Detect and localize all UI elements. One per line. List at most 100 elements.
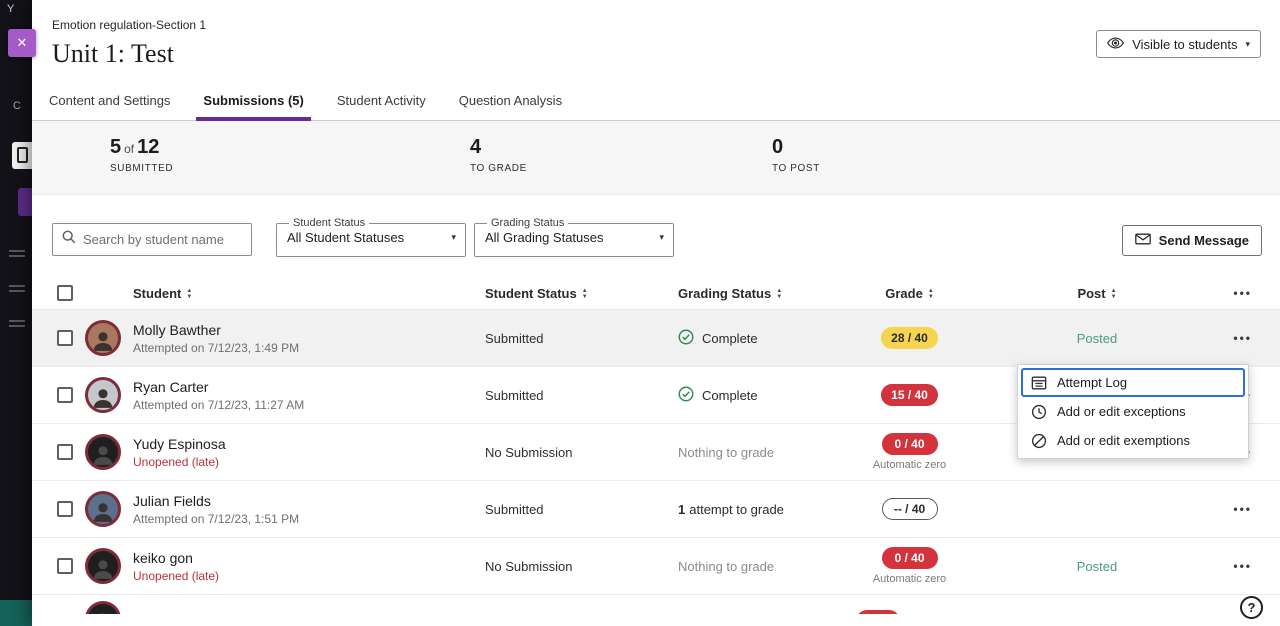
table-row: Molly Bawther Attempted on 7/12/23, 1:49… bbox=[32, 309, 1280, 366]
envelope-icon bbox=[1135, 233, 1151, 248]
avatar bbox=[85, 377, 121, 413]
attempt-detail: Unopened (late) bbox=[133, 569, 485, 583]
student-status-cell: Submitted bbox=[485, 502, 678, 517]
student-status-cell: No Submission bbox=[485, 445, 678, 460]
grading-status-label: Grading Status bbox=[487, 217, 568, 229]
menu-item-add-exemptions[interactable]: Add or edit exemptions bbox=[1021, 426, 1245, 455]
visibility-label: Visible to students bbox=[1132, 37, 1237, 52]
avatar bbox=[85, 434, 121, 470]
stat-to-post: 0 TO POST bbox=[772, 136, 820, 174]
table-header: Student▲▼ Student Status▲▼ Grading Statu… bbox=[32, 277, 1280, 309]
student-name[interactable]: Julian Fields bbox=[133, 493, 485, 509]
search-input[interactable] bbox=[83, 232, 259, 247]
grading-status-value: All Grading Statuses bbox=[485, 230, 604, 245]
row-checkbox[interactable] bbox=[57, 444, 73, 460]
student-name[interactable]: Ryan Carter bbox=[133, 379, 485, 395]
tab-submissions[interactable]: Submissions (5) bbox=[203, 84, 303, 120]
row-context-menu: Attempt Log Add or edit exceptions Add o… bbox=[1017, 364, 1249, 459]
student-name[interactable]: keiko gon bbox=[133, 550, 485, 566]
menu-item-attempt-log[interactable]: Attempt Log bbox=[1021, 368, 1245, 397]
grading-status-cell: 1attempt to grade bbox=[678, 502, 852, 517]
row-options-button[interactable]: ••• bbox=[1231, 557, 1254, 575]
send-message-button[interactable]: Send Message bbox=[1122, 225, 1262, 256]
tab-bar: Content and Settings Submissions (5) Stu… bbox=[32, 84, 1280, 121]
column-header-post[interactable]: Post▲▼ bbox=[1017, 286, 1177, 301]
grade-pill[interactable]: 28 / 40 bbox=[881, 327, 938, 349]
grade-pill[interactable]: 0 / 40 bbox=[882, 433, 938, 455]
help-icon[interactable]: ? bbox=[1240, 596, 1263, 619]
attempt-detail: Attempted on 7/12/23, 11:27 AM bbox=[133, 398, 485, 412]
column-header-student[interactable]: Student▲▼ bbox=[133, 286, 485, 301]
grading-status-dropdown[interactable]: Grading Status All Grading Statuses ▾ bbox=[474, 217, 674, 257]
tab-content-and-settings[interactable]: Content and Settings bbox=[49, 84, 170, 120]
grade-pill[interactable]: 15 / 40 bbox=[881, 384, 938, 406]
document-icon bbox=[12, 142, 32, 169]
grading-status-cell: Nothing to grade bbox=[678, 445, 852, 460]
student-status-cell: No Submission bbox=[485, 559, 678, 574]
chevron-down-icon: ▾ bbox=[659, 232, 664, 243]
avatar bbox=[85, 320, 121, 356]
avatar bbox=[85, 601, 121, 614]
table-options-button[interactable]: ••• bbox=[1231, 284, 1254, 302]
stat-to-grade: 4 TO GRADE bbox=[470, 136, 527, 174]
table-row-partial bbox=[32, 594, 1280, 614]
row-options-button[interactable]: ••• bbox=[1231, 329, 1254, 347]
stat-submitted: 5of12 SUBMITTED bbox=[110, 136, 173, 174]
occluded-text: Y bbox=[7, 3, 14, 15]
grading-status-cell: Complete bbox=[678, 329, 852, 348]
student-name[interactable]: Yudy Espinosa bbox=[133, 436, 485, 452]
attempt-detail: Unopened (late) bbox=[133, 455, 485, 469]
post-status[interactable]: Posted bbox=[1017, 331, 1177, 346]
avatar bbox=[85, 548, 121, 584]
complete-check-icon bbox=[678, 386, 694, 405]
table-row: Julian Fields Attempted on 7/12/23, 1:51… bbox=[32, 480, 1280, 537]
tab-student-activity[interactable]: Student Activity bbox=[337, 84, 426, 120]
student-status-cell: Submitted bbox=[485, 331, 678, 346]
list-icon bbox=[9, 285, 25, 295]
column-header-student-status[interactable]: Student Status▲▼ bbox=[485, 286, 678, 301]
student-search bbox=[52, 223, 252, 256]
sort-icon: ▲▼ bbox=[582, 288, 588, 300]
occluded-accent-block bbox=[18, 188, 32, 216]
grading-status-cell: Nothing to grade bbox=[678, 559, 852, 574]
row-options-button[interactable]: ••• bbox=[1231, 500, 1254, 518]
menu-item-add-exceptions[interactable]: Add or edit exceptions bbox=[1021, 397, 1245, 426]
sort-icon: ▲▼ bbox=[1111, 288, 1117, 300]
table-row: keiko gon Unopened (late) No Submission … bbox=[32, 537, 1280, 594]
row-checkbox[interactable] bbox=[57, 330, 73, 346]
grade-pill[interactable]: -- / 40 bbox=[882, 498, 938, 520]
row-checkbox[interactable] bbox=[57, 501, 73, 517]
attempt-detail: Attempted on 7/12/23, 1:51 PM bbox=[133, 512, 485, 526]
page-title: Unit 1: Test bbox=[52, 39, 1260, 69]
row-checkbox[interactable] bbox=[57, 558, 73, 574]
student-status-cell: Submitted bbox=[485, 388, 678, 403]
sort-icon: ▲▼ bbox=[186, 288, 192, 300]
attempt-detail: Attempted on 7/12/23, 1:49 PM bbox=[133, 341, 485, 355]
column-header-grading-status[interactable]: Grading Status▲▼ bbox=[678, 286, 852, 301]
filter-bar: Student Status All Student Statuses ▾ Gr… bbox=[32, 215, 1280, 257]
chevron-down-icon: ▾ bbox=[1245, 39, 1250, 50]
student-status-label: Student Status bbox=[289, 217, 369, 229]
sort-icon: ▲▼ bbox=[776, 288, 782, 300]
post-status[interactable]: Posted bbox=[1017, 559, 1177, 574]
column-header-grade[interactable]: Grade▲▼ bbox=[852, 286, 967, 301]
sort-icon: ▲▼ bbox=[928, 288, 934, 300]
row-checkbox[interactable] bbox=[57, 387, 73, 403]
student-status-dropdown[interactable]: Student Status All Student Statuses ▾ bbox=[276, 217, 466, 257]
occluded-footer-block bbox=[0, 600, 32, 626]
eye-icon bbox=[1107, 37, 1124, 52]
occluded-text: C bbox=[13, 100, 21, 112]
select-all-checkbox[interactable] bbox=[57, 285, 73, 301]
course-name: Emotion regulation-Section 1 bbox=[52, 18, 1260, 32]
chevron-down-icon: ▾ bbox=[451, 232, 456, 243]
close-panel-button[interactable]: ✕ bbox=[8, 29, 36, 57]
assessment-panel: Emotion regulation-Section 1 Unit 1: Tes… bbox=[32, 0, 1280, 626]
student-name[interactable]: Molly Bawther bbox=[133, 322, 485, 338]
search-icon bbox=[62, 230, 76, 249]
tab-question-analysis[interactable]: Question Analysis bbox=[459, 84, 562, 120]
list-icon bbox=[9, 250, 25, 260]
grade-pill[interactable]: 0 / 40 bbox=[882, 547, 938, 569]
occluded-sidebar: Y C bbox=[0, 0, 32, 626]
visibility-dropdown[interactable]: Visible to students ▾ bbox=[1096, 30, 1261, 58]
grade-note: Automatic zero bbox=[873, 573, 946, 585]
